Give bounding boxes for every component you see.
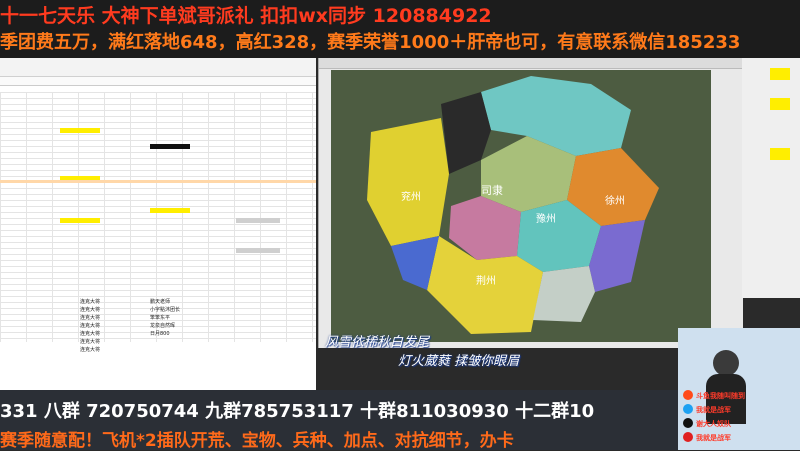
map-viewer-toolbar[interactable]	[319, 58, 743, 69]
webcam-overlay: 斗鱼我随叫随到 我就是战军 谢大人奴队 我就是战军	[678, 328, 800, 450]
tiktok-icon	[683, 418, 693, 428]
map-label: 豫州	[536, 212, 556, 225]
promo-text: 赛季随意配！飞机*2插队开荒、宝物、兵种、加点、对抗细节，办卡	[0, 431, 514, 451]
gray-cell	[236, 218, 280, 223]
territory-map[interactable]: 司隶 兖州 豫州 荆州 徐州	[331, 70, 711, 342]
highlight-cell	[60, 218, 100, 223]
map-label: 徐州	[605, 194, 625, 207]
map-label: 荆州	[476, 274, 496, 287]
lyric-line-1: 风雪依稀秋白发尾	[325, 335, 430, 350]
map-label: 兖州	[401, 190, 421, 203]
note-item: 日月800	[150, 331, 170, 337]
highlight-cell	[60, 128, 100, 133]
webcam-tag: 谢大人奴队	[696, 420, 731, 428]
ticker-line-2: 季团费五万，满红落地648，高红328，赛季荣誉1000＋肝帝也可，有意联系微信…	[0, 32, 741, 53]
webcam-tag: 我就是战军	[696, 406, 731, 414]
map-viewer-window[interactable]: 司隶 兖州 豫州 荆州 徐州	[318, 58, 743, 348]
spreadsheet-window[interactable]: 连克大将 连克大将 连克大将 连克大将 连克大将 连克大将 连克大将 鹏天老师 …	[0, 58, 316, 390]
dark-cell	[150, 144, 190, 149]
header-row	[0, 180, 316, 183]
webcam-tag: 我就是战军	[696, 434, 731, 442]
qq-groups-text: 331 八群 720750744 九群785753117 十群811030930…	[0, 401, 595, 422]
map-label: 司隶	[481, 183, 503, 197]
highlight-cell	[770, 68, 790, 80]
stream-ticker-bar: 十一七天乐 大神下单斌哥派礼 扣扣wx同步 120884922 季团费五万，满红…	[0, 0, 800, 58]
lyric-line-2: 灯火葳蕤 揉皱你眼眉	[398, 354, 520, 369]
roster-notes-list-2: 鹏天老师 小字點沐团长 笨笨东平 龙泉自然晖 日月800	[150, 298, 230, 338]
territory-map-svg: 司隶 兖州 豫州 荆州 徐州	[331, 70, 711, 342]
ticker-line-1: 十一七天乐 大神下单斌哥派礼 扣扣wx同步 120884922	[0, 5, 492, 27]
spreadsheet-ribbon[interactable]	[0, 58, 316, 77]
bilibili-icon	[683, 432, 693, 442]
note-item: 连克大将	[80, 347, 101, 353]
highlight-cell	[150, 208, 190, 213]
highlight-cell	[770, 98, 790, 110]
highlight-cell	[770, 148, 790, 160]
formula-bar[interactable]	[0, 77, 316, 86]
douyu-icon	[683, 390, 693, 400]
note-item: 笨笨东平	[150, 315, 171, 321]
gray-cell	[236, 248, 280, 253]
note-item: 鹏天老师	[150, 299, 171, 305]
note-item: 连克大将	[80, 339, 101, 345]
webcam-tag: 斗鱼我随叫随到	[696, 392, 745, 400]
weibo-icon	[683, 404, 693, 414]
right-sheet-strip	[742, 58, 800, 298]
note-item: 龙泉自然晖	[150, 323, 176, 329]
note-item: 小字點沐团长	[150, 307, 181, 313]
streamer-avatar	[713, 350, 739, 376]
